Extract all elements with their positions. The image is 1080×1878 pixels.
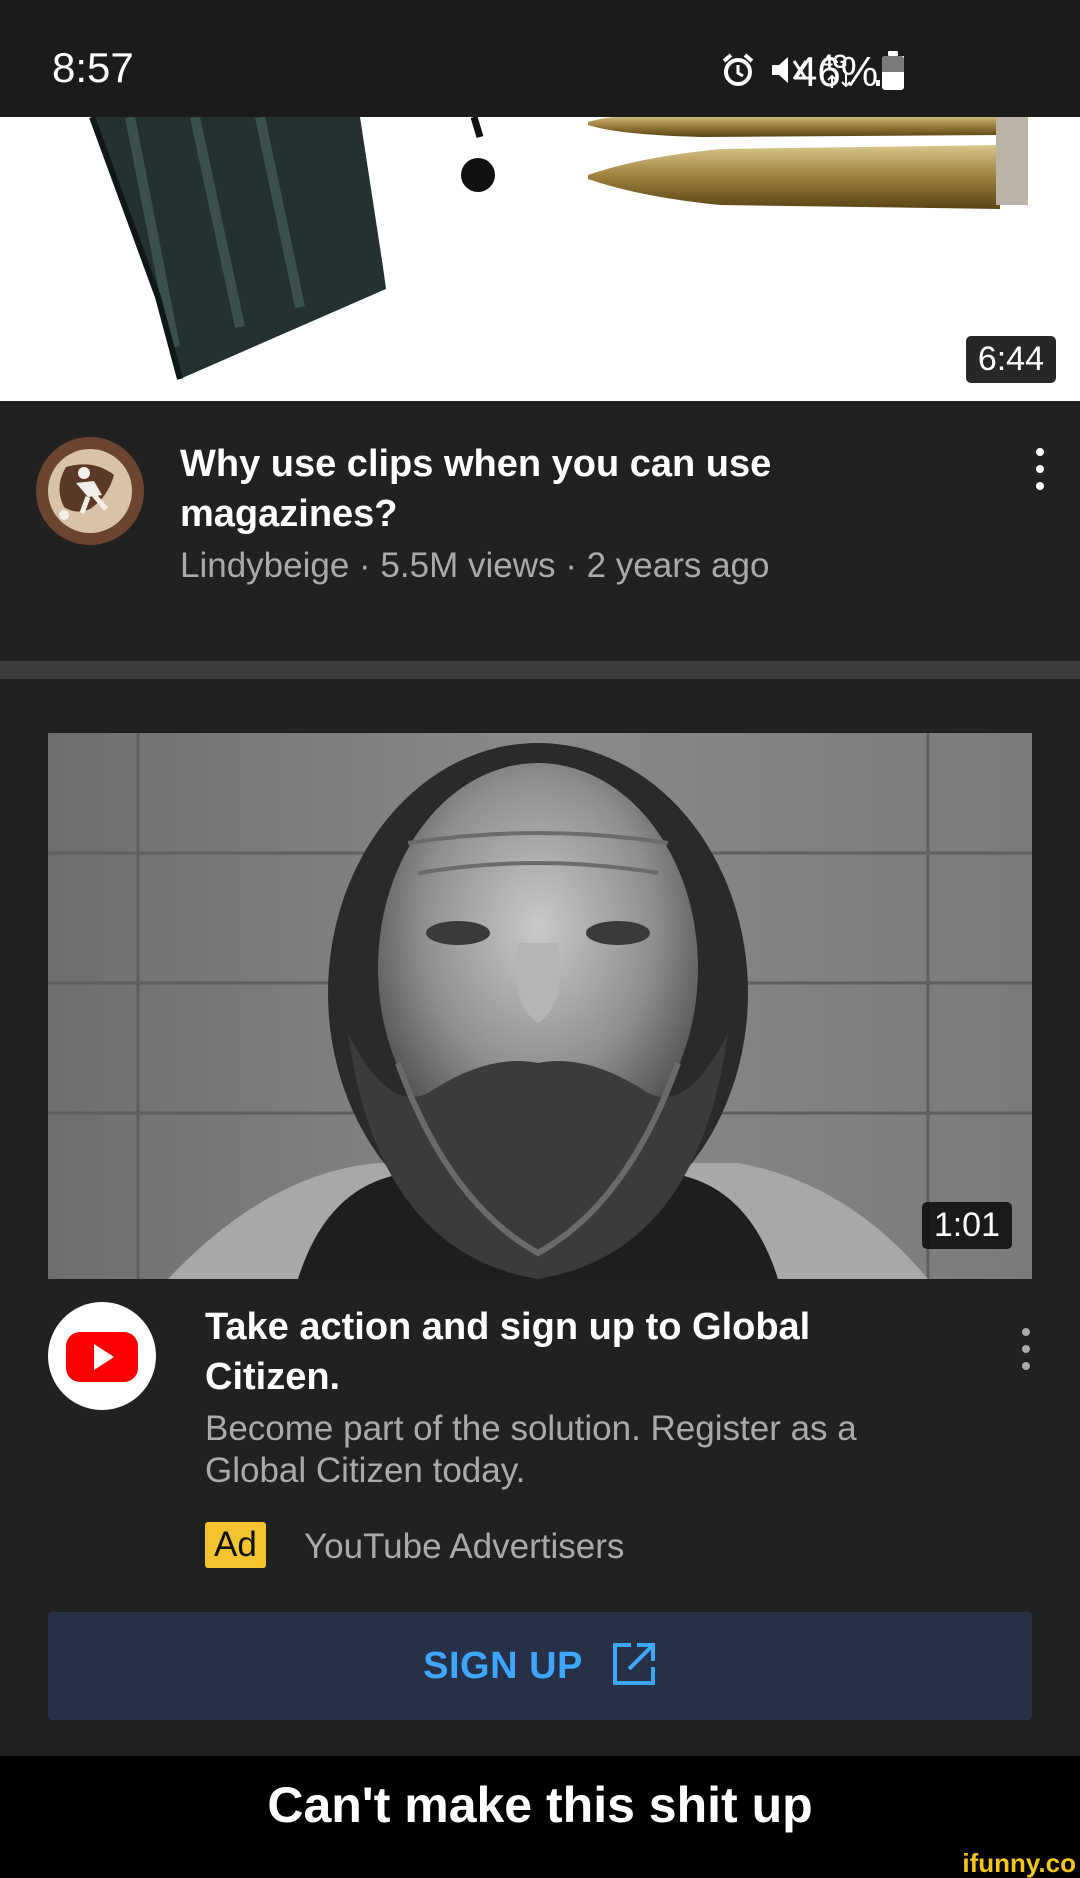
battery-percent: 46% <box>794 48 879 95</box>
battery-icon <box>882 51 904 90</box>
ad-description: Become part of the solution. Register as… <box>205 1409 857 1490</box>
ad-thumbnail-art <box>48 733 1032 1279</box>
sign-up-button[interactable]: SIGN UP <box>48 1612 1032 1720</box>
thumbnail-art <box>89 117 1028 380</box>
sign-up-label: SIGN UP <box>423 1644 583 1687</box>
video-info: Why use clips when you can use magazines… <box>0 401 1080 661</box>
ifunny-watermark: ifunny.co <box>962 1848 1076 1878</box>
advertiser-avatar[interactable] <box>48 1302 156 1410</box>
video-meta: Lindybeige · 5.5M views · 2 years ago <box>180 546 770 585</box>
ad-duration: 1:01 <box>921 1202 1012 1249</box>
ad-thumbnail[interactable] <box>48 733 1032 1279</box>
ad-title[interactable]: Take action and sign up to Global Citize… <box>205 1302 945 1402</box>
channel-avatar[interactable] <box>36 437 144 545</box>
meme-caption: Can't make this shit up <box>267 1777 813 1833</box>
status-time: 8:57 <box>52 44 134 91</box>
ad-more-options-icon[interactable] <box>1022 1328 1030 1370</box>
video-title[interactable]: Why use clips when you can use magazines… <box>180 439 860 539</box>
more-options-icon[interactable] <box>1036 448 1044 490</box>
video-thumbnail[interactable]: 6:44 <box>0 117 1080 401</box>
youtube-logo-icon <box>66 1332 138 1382</box>
advertiser-name: YouTube Advertisers <box>304 1527 625 1566</box>
external-link-icon <box>611 1641 657 1692</box>
alarm-icon <box>720 52 756 93</box>
status-bar: 8:57 4G 46% <box>0 0 1080 117</box>
video-duration: 6:44 <box>965 336 1056 383</box>
section-divider <box>0 661 1080 679</box>
ad-badge: Ad <box>205 1522 266 1568</box>
